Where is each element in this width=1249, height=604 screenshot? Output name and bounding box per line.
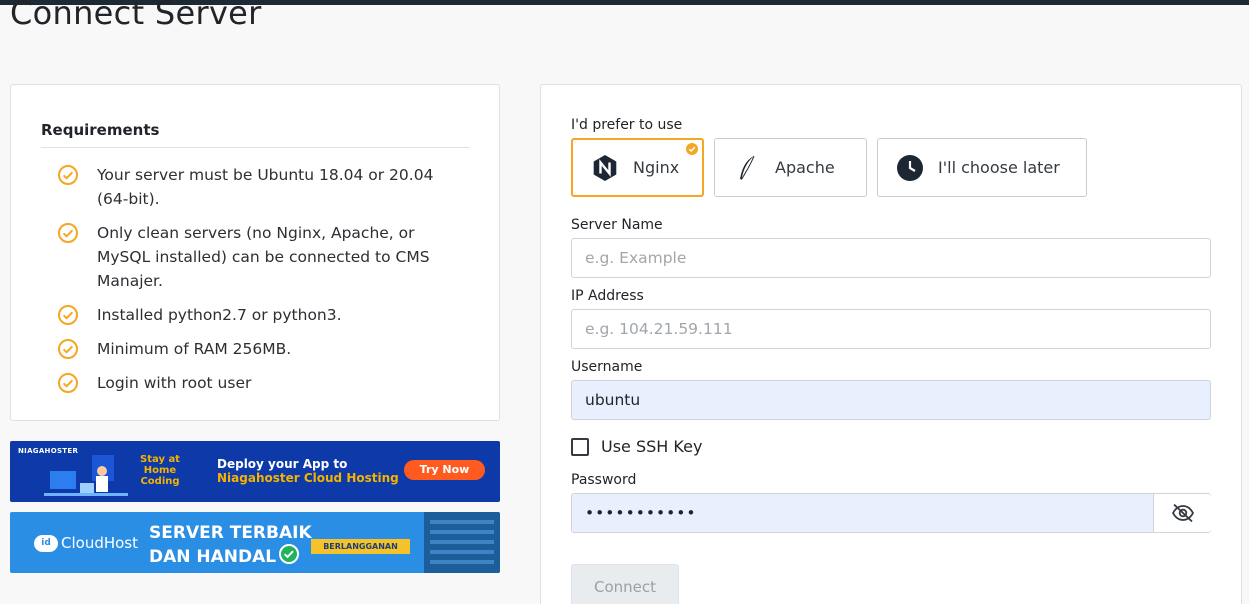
check-circle-icon — [58, 165, 78, 185]
ip-address-input[interactable]: e.g. 104.21.59.111 — [571, 309, 1211, 349]
option-label: Apache — [775, 158, 835, 177]
apache-feather-icon — [740, 155, 755, 180]
page-title: Connect Server — [10, 0, 262, 32]
desk-illustration-icon — [44, 455, 128, 496]
cloud-icon: id — [34, 534, 58, 552]
rack-bar — [430, 530, 494, 534]
rack-bar — [430, 560, 494, 564]
requirement-text: Installed python2.7 or python3. — [97, 306, 342, 324]
option-label: Nginx — [633, 158, 680, 177]
connect-server-form: I'd prefer to use Nginx Apache I'll choo… — [540, 84, 1242, 604]
requirement-text: Minimum of RAM 256MB. — [97, 340, 292, 358]
rack-bar — [430, 540, 494, 544]
check-circle-icon — [58, 373, 78, 393]
check-badge-icon — [279, 544, 299, 564]
list-item: Minimum of RAM 256MB. — [57, 337, 457, 361]
niagahoster-logo: NIAGAHOSTER — [18, 447, 79, 455]
divider — [41, 147, 470, 148]
nginx-icon — [593, 154, 617, 181]
requirements-card: Requirements Your server must be Ubuntu … — [10, 84, 500, 421]
option-nginx[interactable]: Nginx — [571, 138, 704, 197]
niagahoster-ad-banner[interactable]: NIAGAHOSTER Stay at Home Coding Deploy y… — [10, 441, 500, 502]
cloudhost-logo: id CloudHost — [34, 534, 138, 552]
requirement-text: Your server must be Ubuntu 18.04 or 20.0… — [97, 166, 434, 208]
rack-bar — [430, 520, 494, 524]
banner-headline-line1: Deploy your App to — [217, 457, 348, 471]
toggle-password-visibility[interactable] — [1153, 494, 1211, 532]
check-circle-icon — [58, 305, 78, 325]
try-now-button[interactable]: Try Now — [404, 460, 485, 480]
clock-icon — [897, 154, 923, 181]
check-circle-icon — [58, 223, 78, 243]
eye-off-icon — [1171, 503, 1194, 523]
connect-button[interactable]: Connect — [571, 564, 679, 604]
ssh-key-checkbox[interactable]: Use SSH Key — [571, 437, 702, 456]
list-item: Only clean servers (no Nginx, Apache, or… — [57, 221, 457, 293]
option-choose-later[interactable]: I'll choose later — [877, 138, 1087, 197]
server-name-input[interactable]: e.g. Example — [571, 238, 1211, 278]
ssh-key-label: Use SSH Key — [601, 437, 703, 456]
option-label: I'll choose later — [938, 158, 1060, 177]
prefer-label: I'd prefer to use — [571, 117, 683, 133]
checkbox[interactable] — [571, 437, 589, 456]
cloudhost-ad-banner[interactable]: id CloudHost SERVER TERBAIK DAN HANDAL B… — [10, 512, 500, 573]
list-item: Login with root user — [57, 371, 457, 395]
list-item: Installed python2.7 or python3. — [57, 303, 457, 327]
cloudhost-logo-text: CloudHost — [61, 534, 138, 552]
banner-headline-line2: Niagahoster Cloud Hosting — [217, 471, 399, 485]
list-item: Your server must be Ubuntu 18.04 or 20.0… — [57, 163, 457, 211]
option-apache[interactable]: Apache — [714, 138, 867, 197]
banner-headline: Deploy your App to Niagahoster Cloud Hos… — [217, 457, 399, 485]
banner-tagline: Stay at Home Coding — [140, 454, 180, 487]
password-label: Password — [571, 472, 637, 488]
requirements-title: Requirements — [41, 121, 160, 139]
requirements-list: Your server must be Ubuntu 18.04 or 20.0… — [57, 163, 457, 405]
selected-check-icon — [686, 143, 698, 155]
username-label: Username — [571, 359, 643, 375]
server-rack-illustration — [424, 512, 500, 573]
requirement-text: Only clean servers (no Nginx, Apache, or… — [97, 224, 430, 290]
ip-address-label: IP Address — [571, 288, 644, 304]
password-input[interactable]: ••••••••••• — [571, 493, 1211, 533]
requirement-text: Login with root user — [97, 374, 252, 392]
banner-headline-line1: SERVER TERBAIK — [149, 523, 312, 543]
rack-bar — [430, 550, 494, 554]
server-name-label: Server Name — [571, 217, 663, 233]
berlangganan-button[interactable]: BERLANGGANAN — [311, 539, 410, 554]
check-circle-icon — [58, 339, 78, 359]
username-input[interactable]: ubuntu — [571, 380, 1211, 420]
